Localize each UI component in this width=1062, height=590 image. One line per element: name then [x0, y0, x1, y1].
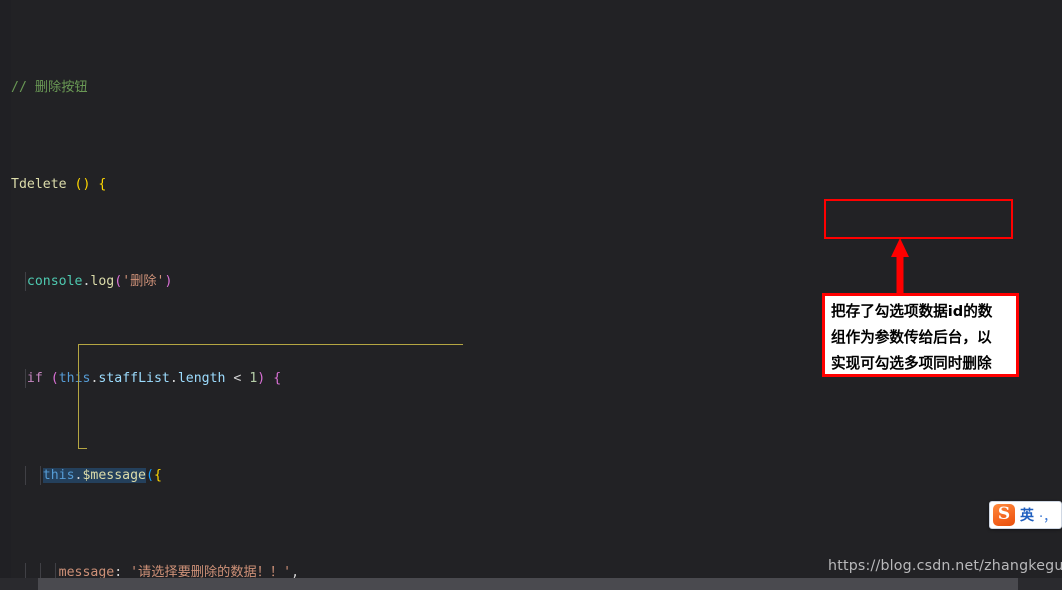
code-line[interactable]: Tdelete () {	[0, 175, 1062, 194]
horizontal-scrollbar-thumb[interactable]	[38, 578, 1018, 590]
ime-language-mode-button[interactable]: 英	[1020, 505, 1034, 525]
code-editor[interactable]: // 删除按钮 Tdelete () { console.log('删除') i…	[0, 0, 1062, 590]
bracket-scope-guide	[78, 344, 79, 448]
code-line[interactable]: this.$message({	[0, 465, 1062, 486]
bracket-scope-underline	[78, 344, 463, 345]
csdn-watermark: https://blog.csdn.net/zhangkegu	[828, 558, 1062, 574]
annotation-note-line: 实现可勾选多项同时删除	[831, 355, 992, 372]
annotation-note: 把存了勾选项数据id的数 组作为参数传给后台，以 实现可勾选多项同时删除	[822, 293, 1019, 377]
code-content[interactable]: // 删除按钮 Tdelete () { console.log('删除') i…	[0, 0, 1062, 583]
annotation-note-line: 把存了勾选项数据id的数	[831, 303, 993, 320]
code-line[interactable]: // 删除按钮	[0, 78, 1062, 97]
code-line[interactable]: console.log('删除')	[0, 271, 1062, 292]
sogou-input-method-toolbar[interactable]: S 英 ·，	[989, 501, 1062, 529]
annotation-note-line: 组作为参数传给后台，以	[831, 329, 992, 346]
horizontal-scrollbar[interactable]	[0, 578, 1062, 590]
sogou-logo-icon[interactable]: S	[993, 504, 1015, 526]
bracket-scope-footline	[78, 448, 87, 449]
ime-punctuation-toggle[interactable]: ·，	[1039, 506, 1056, 525]
comment-token: // 删除按钮	[11, 79, 88, 95]
